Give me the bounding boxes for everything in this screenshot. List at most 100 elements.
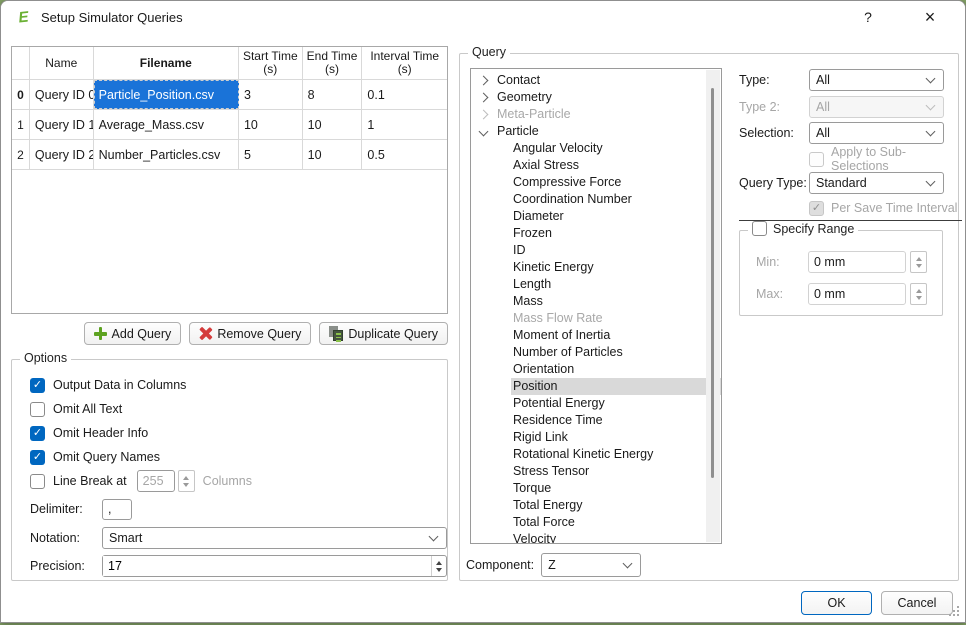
help-button[interactable]: ? <box>851 1 885 33</box>
option-label: Omit Query Names <box>53 450 160 464</box>
filename-cell[interactable]: Average_Mass.csv <box>94 110 239 139</box>
tree-item-number-of-particles[interactable]: Number of Particles <box>511 344 721 361</box>
duplicate-query-button[interactable]: Duplicate Query <box>319 322 448 345</box>
column-header-start-time[interactable]: Start Time (s) <box>239 47 303 79</box>
tree-item-residence-time[interactable]: Residence Time <box>511 412 721 429</box>
cancel-button[interactable]: Cancel <box>881 591 953 615</box>
option-checkbox[interactable]: ✓ <box>30 450 45 465</box>
tree-item-rotational-kinetic-energy[interactable]: Rotational Kinetic Energy <box>511 446 721 463</box>
tree-item-torque[interactable]: Torque <box>511 480 721 497</box>
title-bar[interactable]: E Setup Simulator Queries ? × <box>1 1 965 33</box>
ok-button[interactable]: OK <box>801 591 872 615</box>
tree-item-total-force[interactable]: Total Force <box>511 514 721 531</box>
line-break-checkbox[interactable] <box>30 474 45 489</box>
chevron-collapsed-icon[interactable] <box>479 93 489 103</box>
apply-sub-selections-row: Apply to Sub-Selections <box>809 150 958 168</box>
tree-item-angular-velocity[interactable]: Angular Velocity <box>511 140 721 157</box>
line-break-value-input[interactable] <box>137 470 175 492</box>
tree-scrollbar[interactable] <box>706 70 720 542</box>
delimiter-input[interactable] <box>102 499 132 520</box>
query-type-dropdown[interactable]: Standard <box>809 172 944 194</box>
chevron-down-icon <box>926 127 936 137</box>
end-time-cell[interactable]: 10 <box>303 140 363 169</box>
start-time-cell[interactable]: 3 <box>239 80 303 109</box>
name-cell[interactable]: Query ID 1 <box>30 110 94 139</box>
tree-item-label: Angular Velocity <box>513 141 603 155</box>
row-number-cell[interactable]: 0 <box>12 80 30 109</box>
row-number-cell[interactable]: 2 <box>12 140 30 169</box>
type2-value: All <box>816 100 830 114</box>
tree-item-position[interactable]: Position <box>511 378 721 395</box>
tree-item-axial-stress[interactable]: Axial Stress <box>511 157 721 174</box>
add-query-label: Add Query <box>112 327 172 341</box>
specify-range-checkbox[interactable] <box>752 221 767 236</box>
tree-item-label: Kinetic Energy <box>513 260 594 274</box>
resize-grip[interactable] <box>949 614 951 616</box>
notation-dropdown[interactable]: Smart <box>102 527 447 549</box>
tree-item-diameter[interactable]: Diameter <box>511 208 721 225</box>
tree-item-kinetic-energy[interactable]: Kinetic Energy <box>511 259 721 276</box>
option-checkbox[interactable]: ✓ <box>30 378 45 393</box>
tree-item-velocity[interactable]: Velocity <box>511 531 721 544</box>
option-row: ✓ Omit Query Names <box>30 448 160 466</box>
type-dropdown[interactable]: All <box>809 69 944 91</box>
add-query-button[interactable]: Add Query <box>84 322 182 345</box>
row-number-cell[interactable]: 1 <box>12 110 30 139</box>
tree-item-total-energy[interactable]: Total Energy <box>511 497 721 514</box>
tree-scrollbar-thumb[interactable] <box>711 88 714 478</box>
corner-header-cell[interactable] <box>12 47 30 79</box>
column-header-end-time[interactable]: End Time (s) <box>303 47 363 79</box>
tree-item-id[interactable]: ID <box>511 242 721 259</box>
chevron-expanded-icon[interactable] <box>479 127 489 137</box>
tree-item-length[interactable]: Length <box>511 276 721 293</box>
per-save-time-interval-row: ✓ Per Save Time Interval <box>809 199 957 217</box>
chevron-collapsed-icon[interactable] <box>479 110 489 120</box>
line-break-spin-arrows[interactable] <box>178 470 195 492</box>
tree-item-mass-flow-rate[interactable]: Mass Flow Rate <box>511 310 721 327</box>
option-checkbox[interactable]: ✓ <box>30 426 45 441</box>
start-time-cell[interactable]: 5 <box>239 140 303 169</box>
filename-cell[interactable]: Number_Particles.csv <box>94 140 239 169</box>
interval-time-cell[interactable]: 1 <box>362 110 447 139</box>
tree-item-compressive-force[interactable]: Compressive Force <box>511 174 721 191</box>
tree-item-rigid-link[interactable]: Rigid Link <box>511 429 721 446</box>
filename-cell[interactable]: Particle_Position.csv <box>94 80 239 109</box>
end-time-cell[interactable]: 10 <box>303 110 363 139</box>
tree-item-potential-energy[interactable]: Potential Energy <box>511 395 721 412</box>
end-time-cell[interactable]: 8 <box>303 80 363 109</box>
remove-query-button[interactable]: Remove Query <box>189 322 311 345</box>
column-header-interval-time[interactable]: Interval Time (s) <box>362 47 447 79</box>
tree-item-meta-particle[interactable]: Meta-Particle <box>471 106 721 123</box>
tree-item-orientation[interactable]: Orientation <box>511 361 721 378</box>
name-cell[interactable]: Query ID 0 <box>30 80 94 109</box>
tree-item-particle[interactable]: Particle <box>471 123 721 140</box>
start-time-cell[interactable]: 10 <box>239 110 303 139</box>
chevron-down-icon <box>429 532 439 542</box>
interval-time-cell[interactable]: 0.5 <box>362 140 447 169</box>
component-dropdown[interactable]: Z <box>541 553 641 577</box>
precision-spinner[interactable] <box>102 555 447 577</box>
option-checkbox[interactable] <box>30 402 45 417</box>
table-row: 0Query ID 0Particle_Position.csv380.1 <box>12 80 447 110</box>
precision-input[interactable] <box>103 556 431 576</box>
close-button[interactable]: × <box>913 1 947 33</box>
precision-spin-arrows[interactable] <box>431 556 446 576</box>
query-group-title: Query <box>468 45 510 59</box>
tree-item-moment-of-inertia[interactable]: Moment of Inertia <box>511 327 721 344</box>
selection-dropdown[interactable]: All <box>809 122 944 144</box>
line-break-spinner[interactable] <box>137 470 195 492</box>
tree-item-frozen[interactable]: Frozen <box>511 225 721 242</box>
interval-time-cell[interactable]: 0.1 <box>362 80 447 109</box>
chevron-collapsed-icon[interactable] <box>479 76 489 86</box>
tree-item-stress-tensor[interactable]: Stress Tensor <box>511 463 721 480</box>
tree-item-mass[interactable]: Mass <box>511 293 721 310</box>
tree-item-geometry[interactable]: Geometry <box>471 89 721 106</box>
column-header-filename[interactable]: Filename <box>94 47 239 79</box>
column-header-name[interactable]: Name <box>30 47 94 79</box>
tree-item-coordination-number[interactable]: Coordination Number <box>511 191 721 208</box>
name-cell[interactable]: Query ID 2 <box>30 140 94 169</box>
options-group: Options ✓Output Data in ColumnsOmit All … <box>11 359 448 581</box>
tree-item-label: Velocity <box>513 532 556 544</box>
tree-item-label: Contact <box>497 73 540 87</box>
tree-item-contact[interactable]: Contact <box>471 72 721 89</box>
